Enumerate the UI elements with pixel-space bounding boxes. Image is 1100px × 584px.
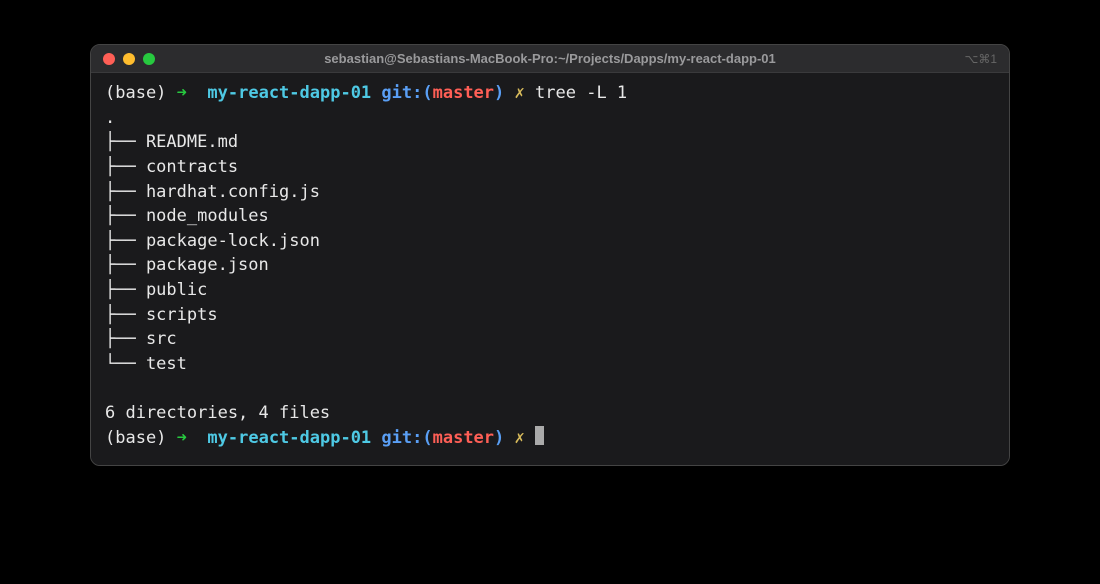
prompt-line-1: (base) ➜ my-react-dapp-01 git:(master) ✗… xyxy=(105,81,995,106)
git-label-close: ) xyxy=(494,428,504,448)
tree-root: . xyxy=(105,106,995,131)
git-branch: master xyxy=(433,83,494,103)
env-label: (base) xyxy=(105,83,166,103)
prompt-dir: my-react-dapp-01 xyxy=(207,83,371,103)
command-text: tree -L 1 xyxy=(535,83,627,103)
terminal-body[interactable]: (base) ➜ my-react-dapp-01 git:(master) ✗… xyxy=(91,73,1009,465)
tree-line: ├── node_modules xyxy=(105,204,995,229)
close-icon[interactable] xyxy=(103,53,115,65)
tree-line: ├── public xyxy=(105,278,995,303)
git-label: git:( xyxy=(381,428,432,448)
tree-line: ├── contracts xyxy=(105,155,995,180)
dirty-icon: ✗ xyxy=(515,428,525,448)
tree-line: ├── package-lock.json xyxy=(105,229,995,254)
maximize-icon[interactable] xyxy=(143,53,155,65)
prompt-line-2: (base) ➜ my-react-dapp-01 git:(master) ✗ xyxy=(105,426,995,451)
git-label: git:( xyxy=(381,83,432,103)
blank-line xyxy=(105,377,995,402)
prompt-dir: my-react-dapp-01 xyxy=(207,428,371,448)
tree-line: ├── hardhat.config.js xyxy=(105,180,995,205)
window-title: sebastian@Sebastians-MacBook-Pro:~/Proje… xyxy=(91,51,1009,66)
shortcut-hint: ⌥⌘1 xyxy=(964,52,997,66)
tree-line: ├── package.json xyxy=(105,253,995,278)
tree-summary: 6 directories, 4 files xyxy=(105,401,995,426)
prompt-arrow-icon: ➜ xyxy=(177,428,187,448)
tree-line: ├── README.md xyxy=(105,130,995,155)
tree-line: └── test xyxy=(105,352,995,377)
tree-line: ├── src xyxy=(105,327,995,352)
traffic-lights xyxy=(91,53,155,65)
env-label: (base) xyxy=(105,428,166,448)
git-branch: master xyxy=(433,428,494,448)
titlebar: sebastian@Sebastians-MacBook-Pro:~/Proje… xyxy=(91,45,1009,73)
git-label-close: ) xyxy=(494,83,504,103)
cursor-icon[interactable] xyxy=(535,426,544,445)
dirty-icon: ✗ xyxy=(515,83,525,103)
terminal-window: sebastian@Sebastians-MacBook-Pro:~/Proje… xyxy=(90,44,1010,466)
tree-line: ├── scripts xyxy=(105,303,995,328)
prompt-arrow-icon: ➜ xyxy=(177,83,187,103)
minimize-icon[interactable] xyxy=(123,53,135,65)
